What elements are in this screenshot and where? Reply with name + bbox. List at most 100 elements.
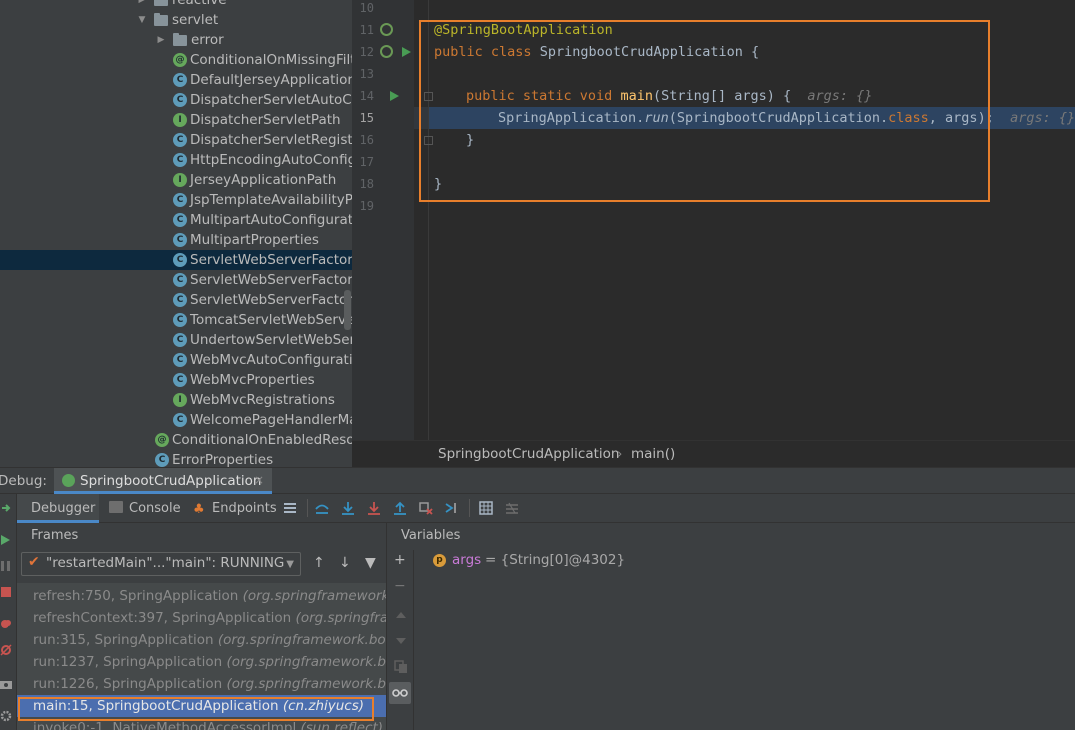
mute-breakpoints-icon[interactable] bbox=[0, 644, 12, 656]
debug-tool-header: Debug: SpringbootCrudApplication × bbox=[0, 467, 1075, 494]
breadcrumb-method[interactable]: main() bbox=[631, 446, 675, 462]
frame-row[interactable]: run:315, SpringApplication (org.springfr… bbox=[17, 629, 387, 651]
stop-icon[interactable] bbox=[0, 586, 12, 598]
tree-item[interactable]: C DispatcherServletRegistra bbox=[0, 130, 352, 150]
class-icon: C bbox=[173, 253, 187, 267]
frame-method: refresh:750, SpringApplication bbox=[33, 588, 239, 604]
highlight-box-frame bbox=[18, 697, 374, 721]
tree-item[interactable]: C WelcomePageHandlerMa bbox=[0, 410, 352, 430]
remove-watch-icon[interactable]: − bbox=[394, 578, 406, 594]
frame-package: (org.springframe bbox=[295, 610, 387, 626]
frame-row[interactable]: refreshContext:397, SpringApplication (o… bbox=[17, 607, 387, 629]
tree-item[interactable]: C MultipartProperties bbox=[0, 230, 352, 250]
tree-item[interactable]: C HttpEncodingAutoConfigu bbox=[0, 150, 352, 170]
frame-row[interactable]: run:1226, SpringApplication (org.springf… bbox=[17, 673, 386, 695]
variables-panel: Variables + − p args = {String[0]@4302} bbox=[388, 523, 1075, 730]
tree-item[interactable]: C WebMvcProperties bbox=[0, 370, 352, 390]
step-into-icon[interactable] bbox=[341, 501, 355, 515]
frame-method: invoke0:-1, NativeMethodAccessorImpl bbox=[33, 720, 297, 730]
variable-value: = {String[0]@4302} bbox=[485, 552, 626, 568]
class-icon: C bbox=[173, 413, 187, 427]
frame-package: (org.springframework.bo bbox=[242, 588, 386, 604]
tab-debugger[interactable]: Debugger bbox=[17, 494, 99, 523]
previous-frame-icon[interactable]: ↑ bbox=[313, 555, 325, 571]
next-frame-icon[interactable]: ↓ bbox=[339, 555, 351, 571]
close-icon[interactable]: × bbox=[254, 473, 264, 487]
camera-icon[interactable] bbox=[0, 678, 12, 690]
chevron-right-icon[interactable]: ▶ bbox=[155, 30, 167, 50]
tree-item-label: WebMvcProperties bbox=[190, 372, 315, 388]
tree-item[interactable]: C DispatcherServletAutoCo bbox=[0, 90, 352, 110]
frame-package: (org.springframework.boot) bbox=[217, 632, 387, 648]
run-main-icon[interactable] bbox=[390, 91, 399, 101]
tree-item[interactable]: C MultipartAutoConfiguratio bbox=[0, 210, 352, 230]
tree-item[interactable]: C ErrorProperties bbox=[0, 450, 352, 467]
tree-item[interactable]: @ ConditionalOnMissingFilte bbox=[0, 50, 352, 70]
frame-row[interactable]: run:1237, SpringApplication (org.springf… bbox=[17, 651, 386, 673]
trace-stream-icon[interactable] bbox=[505, 501, 519, 515]
variable-name: args bbox=[452, 552, 482, 568]
thread-select-value: "restartedMain"..."main": RUNNING bbox=[46, 555, 285, 571]
tree-item-label: WelcomePageHandlerMa bbox=[190, 412, 352, 428]
line-number: 12 bbox=[359, 45, 374, 59]
tree-item-label: servlet bbox=[172, 12, 219, 28]
tree-item-label: ServletWebServerFactory bbox=[190, 272, 352, 288]
layout-menu-icon[interactable] bbox=[283, 501, 297, 515]
filter-icon[interactable]: ▼ bbox=[365, 555, 376, 571]
evaluate-expression-icon[interactable] bbox=[479, 501, 493, 515]
debug-session-tab[interactable]: SpringbootCrudApplication × bbox=[54, 468, 272, 494]
breadcrumb-class[interactable]: SpringbootCrudApplication bbox=[438, 446, 619, 462]
spring-bean-icon[interactable] bbox=[380, 23, 393, 36]
debug-session-label: SpringbootCrudApplication bbox=[80, 473, 262, 489]
chevron-down-icon[interactable]: ▼ bbox=[136, 10, 148, 30]
tree-item-label: MultipartAutoConfiguratio bbox=[190, 212, 352, 228]
move-up-icon[interactable] bbox=[394, 608, 408, 622]
frame-method: run:315, SpringApplication bbox=[33, 632, 214, 648]
tree-folder[interactable]: ▶ error bbox=[0, 30, 352, 50]
frame-row[interactable]: refresh:750, SpringApplication (org.spri… bbox=[17, 585, 386, 607]
copy-icon[interactable] bbox=[394, 660, 408, 674]
tree-item-label: JerseyApplicationPath bbox=[190, 172, 337, 188]
tree-item-label: JspTemplateAvailabilityPr bbox=[190, 192, 352, 208]
pause-icon[interactable] bbox=[0, 560, 12, 572]
step-out-icon[interactable] bbox=[393, 501, 407, 515]
tree-item[interactable]: @ ConditionalOnEnabledResou bbox=[0, 430, 352, 450]
settings-icon[interactable] bbox=[0, 710, 12, 722]
tree-item[interactable]: C UndertowServletWebServ bbox=[0, 330, 352, 350]
add-watch-icon[interactable]: + bbox=[394, 552, 406, 568]
tree-item[interactable]: I WebMvcRegistrations bbox=[0, 390, 352, 410]
tree-item[interactable]: C WebMvcAutoConfiguratio bbox=[0, 350, 352, 370]
chevron-down-icon: ▼ bbox=[286, 559, 294, 570]
project-tree: ▶ reactive ▼ servlet ▶ error @ ConditionalOnMis… bbox=[0, 0, 352, 467]
thread-select[interactable]: ✔ "restartedMain"..."main": RUNNING ▼ bbox=[21, 552, 301, 576]
drop-frame-icon[interactable] bbox=[419, 501, 433, 515]
tree-item[interactable]: C TomcatServletWebServer bbox=[0, 310, 352, 330]
show-watches-toggle[interactable] bbox=[389, 682, 411, 704]
force-step-into-icon[interactable] bbox=[367, 501, 381, 515]
folder-icon bbox=[154, 13, 168, 26]
tree-item[interactable]: C DefaultJerseyApplicationP bbox=[0, 70, 352, 90]
tree-folder[interactable]: ▼ servlet bbox=[0, 10, 352, 30]
tree-item[interactable]: C ServletWebServerFactory bbox=[0, 290, 352, 310]
run-to-cursor-icon[interactable] bbox=[445, 501, 459, 515]
tree-scrollbar[interactable] bbox=[344, 290, 351, 330]
tree-item[interactable]: I JerseyApplicationPath bbox=[0, 170, 352, 190]
view-breakpoints-icon[interactable] bbox=[0, 618, 12, 630]
tab-console[interactable]: Console bbox=[99, 494, 181, 523]
frame-method: run:1226, SpringApplication bbox=[33, 676, 223, 692]
tab-endpoints[interactable]: ♣ Endpoints bbox=[193, 494, 277, 523]
tree-item[interactable]: C ServletWebServerFactory bbox=[0, 250, 352, 270]
step-over-icon[interactable] bbox=[315, 501, 329, 515]
tree-folder[interactable]: ▶ reactive bbox=[0, 0, 352, 10]
chevron-right-icon[interactable]: ▶ bbox=[136, 0, 148, 10]
line-number: 19 bbox=[359, 199, 374, 213]
tree-item[interactable]: C JspTemplateAvailabilityPr bbox=[0, 190, 352, 210]
spring-boot-icon[interactable] bbox=[380, 45, 393, 58]
run-class-icon[interactable] bbox=[402, 47, 411, 57]
variable-row[interactable]: p args = {String[0]@4302} bbox=[433, 552, 733, 572]
tree-item[interactable]: C ServletWebServerFactory bbox=[0, 270, 352, 290]
tree-item[interactable]: I DispatcherServletPath bbox=[0, 110, 352, 130]
move-down-icon[interactable] bbox=[394, 634, 408, 648]
rerun-icon[interactable] bbox=[0, 502, 12, 514]
resume-icon[interactable] bbox=[0, 534, 12, 546]
